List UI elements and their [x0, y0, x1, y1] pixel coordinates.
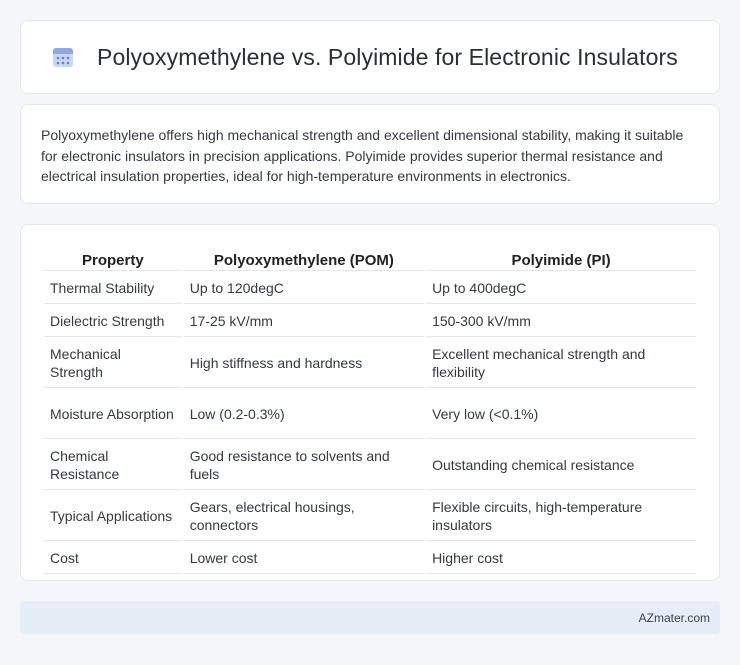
intro-card: Polyoxymethylene offers high mechanical …	[20, 104, 720, 204]
property-cell: Chemical Resistance	[44, 441, 182, 490]
pi-cell: 150-300 kV/mm	[426, 306, 696, 337]
calendar-icon	[53, 48, 73, 67]
pom-cell: Up to 120degC	[183, 273, 425, 304]
pom-cell: Good resistance to solvents and fuels	[183, 441, 425, 490]
pom-cell: 17-25 kV/mm	[183, 306, 425, 337]
pi-cell: Very low (<0.1%)	[426, 390, 696, 439]
pom-cell: Gears, electrical housings, connectors	[183, 492, 425, 541]
property-cell: Dielectric Strength	[44, 306, 182, 337]
header-pom: Polyoxymethylene (POM)	[183, 249, 425, 271]
property-cell: Moisture Absorption	[44, 390, 182, 439]
header-property: Property	[44, 249, 182, 271]
intro-paragraph: Polyoxymethylene offers high mechanical …	[41, 127, 684, 184]
table-row: Moisture Absorption Low (0.2-0.3%) Very …	[44, 390, 696, 439]
comparison-table: Property Polyoxymethylene (POM) Polyimid…	[42, 247, 698, 576]
table-row: Thermal Stability Up to 120degC Up to 40…	[44, 273, 696, 304]
table-header-row: Property Polyoxymethylene (POM) Polyimid…	[44, 249, 696, 271]
table-row: Cost Lower cost Higher cost	[44, 543, 696, 574]
footer-site-name: AZmater.com	[638, 610, 710, 625]
pom-cell: High stiffness and hardness	[183, 339, 425, 388]
property-cell: Mechanical Strength	[44, 339, 182, 388]
table-row: Typical Applications Gears, electrical h…	[44, 492, 696, 541]
property-cell: Cost	[44, 543, 182, 574]
title-card: Polyoxymethylene vs. Polyimide for Elect…	[20, 20, 720, 94]
property-cell: Typical Applications	[44, 492, 182, 541]
pom-cell: Lower cost	[183, 543, 425, 574]
pi-cell: Excellent mechanical strength and flexib…	[426, 339, 696, 388]
property-cell: Thermal Stability	[44, 273, 182, 304]
page-title: Polyoxymethylene vs. Polyimide for Elect…	[97, 43, 678, 70]
header-pi: Polyimide (PI)	[426, 249, 696, 271]
table-row: Mechanical Strength High stiffness and h…	[44, 339, 696, 388]
pom-cell: Low (0.2-0.3%)	[183, 390, 425, 439]
pi-cell: Up to 400degC	[426, 273, 696, 304]
footer: AZmater.com	[20, 601, 720, 634]
comparison-card: Property Polyoxymethylene (POM) Polyimid…	[20, 224, 720, 581]
table-row: Chemical Resistance Good resistance to s…	[44, 441, 696, 490]
table-row: Dielectric Strength 17-25 kV/mm 150-300 …	[44, 306, 696, 337]
pi-cell: Flexible circuits, high-temperature insu…	[426, 492, 696, 541]
pi-cell: Outstanding chemical resistance	[426, 441, 696, 490]
pi-cell: Higher cost	[426, 543, 696, 574]
